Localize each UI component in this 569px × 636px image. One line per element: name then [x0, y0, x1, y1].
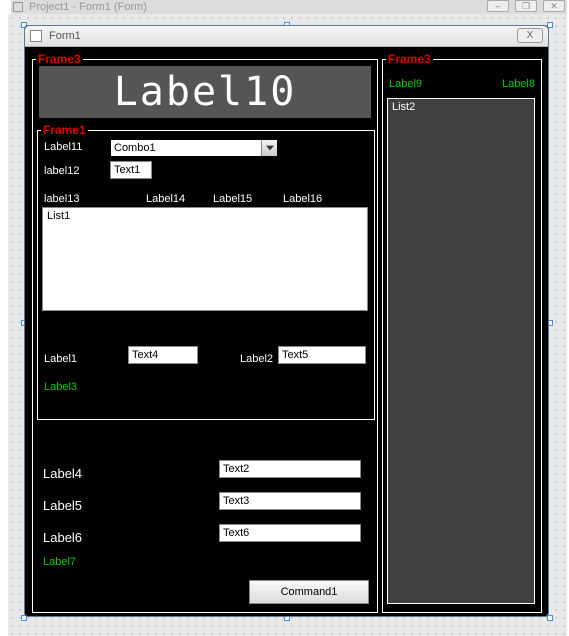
- command1-button[interactable]: Command1: [249, 580, 369, 604]
- frame1[interactable]: Frame1 Label11 Combo1 label12 Text1 labe…: [37, 130, 375, 420]
- form-title: Form1: [49, 30, 81, 42]
- label1: Label1: [44, 353, 77, 365]
- text4[interactable]: Text4: [128, 346, 198, 364]
- text3[interactable]: Text3: [219, 492, 361, 510]
- frame1-legend: Frame1: [41, 123, 88, 137]
- text6[interactable]: Text6: [219, 524, 361, 542]
- frame3-right[interactable]: Frame3 Label9 Label8 List2: [382, 59, 542, 613]
- mdi-title-text: Project1 - Form1 (Form): [29, 1, 147, 13]
- frame3-left-legend: Frame3: [36, 52, 83, 66]
- list2[interactable]: List2: [387, 98, 535, 604]
- label9: Label9: [389, 78, 422, 90]
- combo1-value: Combo1: [114, 142, 156, 154]
- label2: Label2: [240, 353, 273, 365]
- chevron-down-icon[interactable]: [261, 140, 277, 156]
- text1[interactable]: Text1: [110, 161, 152, 179]
- label12: label12: [44, 165, 79, 177]
- form-body: Frame3 Label10 Frame1 Label11 Combo1 lab…: [28, 50, 545, 613]
- label10: Label10: [39, 66, 371, 118]
- label16: Label16: [283, 193, 322, 205]
- selection-handle[interactable]: [547, 615, 553, 621]
- restore-button[interactable]: ❐: [515, 0, 537, 12]
- frame3-left[interactable]: Frame3 Label10 Frame1 Label11 Combo1 lab…: [32, 59, 378, 613]
- mdi-titlebar: Project1 - Form1 (Form) – ❐ ✕: [11, 0, 567, 14]
- close-button[interactable]: X: [517, 28, 543, 43]
- label14: Label14: [146, 193, 185, 205]
- form-titlebar[interactable]: Form1 X: [25, 26, 548, 47]
- label4: Label4: [43, 466, 82, 481]
- text2[interactable]: Text2: [219, 460, 361, 478]
- label15: Label15: [213, 193, 252, 205]
- project-icon: [13, 2, 23, 12]
- label7: Label7: [43, 556, 76, 568]
- frame3-right-legend: Frame3: [386, 52, 433, 66]
- combo1[interactable]: Combo1: [110, 139, 278, 157]
- label11: Label11: [44, 141, 82, 153]
- text5[interactable]: Text5: [278, 346, 366, 364]
- label13: label13: [44, 193, 79, 205]
- close-mdi-button[interactable]: ✕: [543, 0, 565, 12]
- label8: Label8: [502, 78, 535, 90]
- label6: Label6: [43, 530, 82, 545]
- minimize-button[interactable]: –: [487, 0, 509, 12]
- list1[interactable]: List1: [42, 207, 368, 311]
- label5: Label5: [43, 498, 82, 513]
- form-icon: [30, 30, 42, 42]
- label3: Label3: [44, 381, 77, 393]
- form1-window[interactable]: Form1 X Frame3 Label10 Frame1 Label11 Co…: [24, 25, 549, 617]
